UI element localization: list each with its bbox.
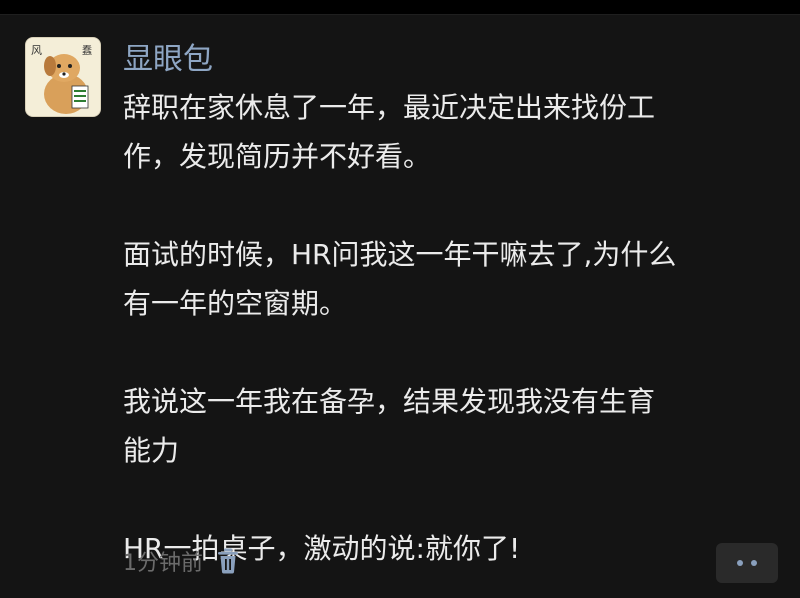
post-line: 面试的时候，HR问我这一年干嘛去了,为什么	[123, 238, 677, 271]
post-content: 辞职在家休息了一年，最近决定出来找份工 作，发现简历并不好看。 面试的时候，HR…	[123, 83, 783, 573]
post-line: 作，发现简历并不好看。	[123, 140, 432, 173]
avatar[interactable]: 风 蠢	[25, 37, 101, 117]
post-line: 我说这一年我在备孕，结果发现我没有生育	[123, 385, 656, 418]
post-line: 辞职在家休息了一年，最近决定出来找份工	[123, 91, 656, 124]
post-meta: 1分钟前	[123, 545, 241, 577]
trash-icon[interactable]	[215, 547, 241, 575]
avatar-image: 风 蠢	[26, 38, 100, 116]
more-dots-icon	[737, 560, 743, 566]
post-paragraph-1: 辞职在家休息了一年，最近决定出来找份工 作，发现简历并不好看。	[123, 83, 783, 181]
more-options-button[interactable]	[716, 543, 778, 583]
post-paragraph-2: 面试的时候，HR问我这一年干嘛去了,为什么 有一年的空窗期。	[123, 230, 783, 328]
moment-post: 风 蠢 显眼包 辞职在家休息了一年，最近决定出来找份工 作，发现简历并不好看。 …	[0, 14, 800, 598]
author-name[interactable]: 显眼包	[123, 42, 213, 78]
avatar-corner-text-left: 风	[31, 44, 42, 57]
avatar-corner-text-right: 蠢	[82, 44, 92, 57]
post-line: 能力	[123, 434, 180, 467]
more-dots-icon	[751, 560, 757, 566]
post-line: 有一年的空窗期。	[123, 287, 348, 320]
post-paragraph-3: 我说这一年我在备孕，结果发现我没有生育 能力	[123, 377, 783, 475]
post-timestamp: 1分钟前	[123, 551, 203, 576]
